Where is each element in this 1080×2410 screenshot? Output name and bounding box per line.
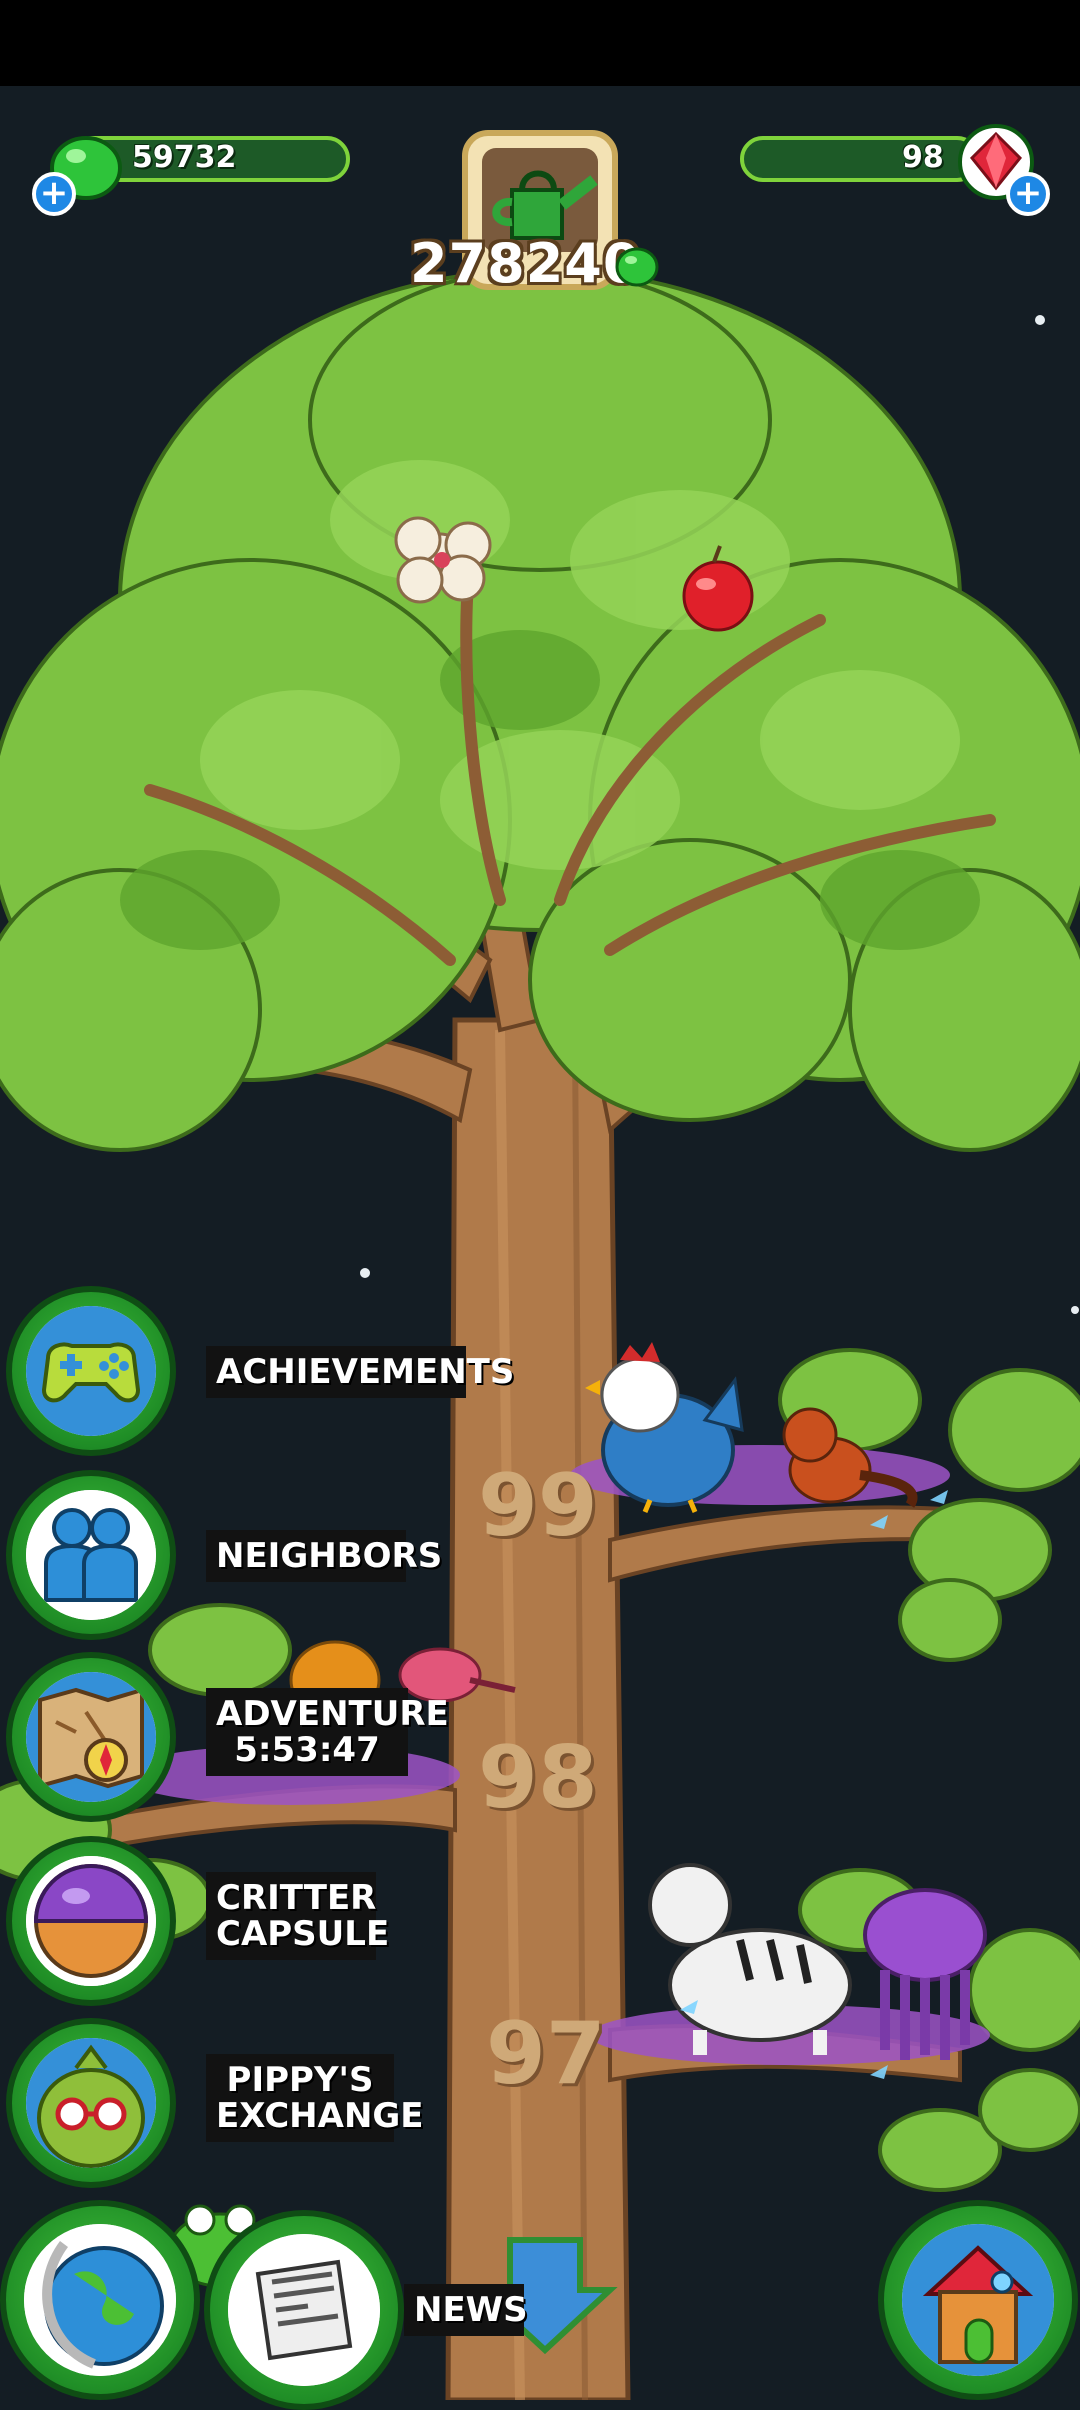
pippy-character-icon (26, 2038, 156, 2168)
capsule-icon (26, 1856, 156, 1986)
critter-capsule-label[interactable]: CRITTER CAPSULE (206, 1872, 389, 1960)
water-counter: 278240 (410, 232, 642, 295)
pippys-exchange-button[interactable] (6, 2018, 176, 2188)
jellyfish-critter (863, 1888, 987, 2060)
gamepad-icon (26, 1306, 156, 1436)
adventure-label[interactable]: ADVENTURE 5:53:47 (206, 1688, 449, 1776)
neighbors-label[interactable]: NEIGHBORS (206, 1530, 442, 1582)
news-label[interactable]: NEWS (404, 2284, 528, 2336)
world-globe-button[interactable] (0, 2200, 200, 2400)
critter-capsule-button[interactable] (6, 1836, 176, 2006)
home-button[interactable] (878, 2200, 1078, 2400)
newspaper-icon (228, 2234, 380, 2386)
neighbors-icon (26, 1490, 156, 1620)
level-99: 99 (478, 1456, 598, 1556)
ruby-currency-bar (740, 136, 980, 182)
level-97: 97 (486, 2004, 606, 2104)
news-button[interactable] (204, 2210, 404, 2410)
ruby-count: 98 (902, 140, 944, 175)
house-icon (902, 2224, 1054, 2376)
achievements-button[interactable] (6, 1286, 176, 1456)
add-gumdrops-button[interactable]: + (32, 172, 76, 216)
map-compass-icon (26, 1672, 156, 1802)
adventure-button[interactable] (6, 1652, 176, 1822)
gumdrop-small-icon (615, 247, 659, 287)
neighbors-button[interactable] (6, 1470, 176, 1640)
gumdrop-count: 59732 (132, 140, 237, 175)
globe-icon (24, 2224, 176, 2376)
pippys-exchange-label[interactable]: PIPPY'S EXCHANGE (206, 2054, 424, 2142)
add-rubies-button[interactable]: + (1006, 172, 1050, 216)
achievements-label[interactable]: ACHIEVEMENTS (206, 1346, 514, 1398)
level-98: 98 (478, 1728, 598, 1828)
